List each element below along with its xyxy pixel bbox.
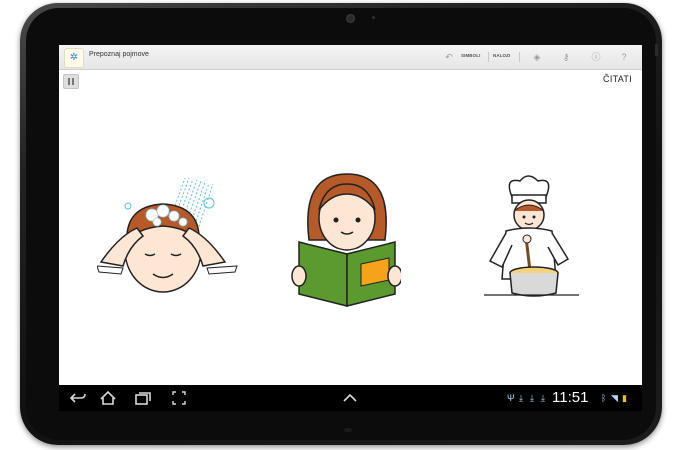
action-bar: ✲ Prepoznaj pojmove ↶ SIMBOLI NALOZI ◈ ⚷… [59, 45, 642, 70]
action-separator [519, 52, 520, 62]
read-label[interactable]: ČITATI [603, 74, 632, 84]
pictogram-washing-hair[interactable] [97, 170, 242, 310]
pause-icon-bar [72, 78, 74, 85]
bluetooth-icon: ᛒ [601, 393, 607, 403]
app-screen: ✲ Prepoznaj pojmove ↶ SIMBOLI NALOZI ◈ ⚷… [59, 45, 642, 411]
download-icon: ⤓ [530, 393, 534, 403]
target-icon[interactable]: ◈ [530, 50, 544, 64]
home-icon[interactable] [99, 390, 117, 406]
pictogram-reading[interactable] [291, 170, 401, 315]
simboli-button[interactable]: SIMBOLI [461, 53, 480, 58]
side-button [655, 44, 658, 56]
action-separator [488, 52, 489, 62]
wifi-icon: ◥ [611, 393, 618, 403]
download-icon: ⤓ [541, 393, 545, 403]
pictogram-cooking[interactable] [484, 175, 579, 305]
front-camera [346, 14, 355, 23]
recent-apps-icon[interactable] [134, 390, 152, 406]
undo-icon[interactable]: ↶ [442, 50, 456, 64]
usb-icon: Ψ [507, 393, 515, 403]
pause-icon [68, 78, 70, 85]
download-icon: ⤓ [519, 393, 523, 403]
system-bar: Ψ ⤓ ⤓ ⤓ 11:51 ᛒ ◥ ▮ [59, 385, 642, 411]
bottom-sensor [344, 428, 352, 432]
back-icon[interactable] [69, 390, 87, 406]
sun-star-icon[interactable]: ✲ [64, 48, 84, 68]
nalozi-button[interactable]: NALOZI [493, 53, 510, 58]
status-time: 11:51 [552, 389, 589, 406]
light-sensor [372, 16, 375, 19]
pause-button[interactable] [63, 74, 79, 89]
app-title: Prepoznaj pojmove [89, 51, 149, 58]
key-icon[interactable]: ⚷ [559, 50, 573, 64]
screenshot-icon[interactable] [171, 390, 187, 406]
battery-icon: ▮ [622, 393, 627, 403]
info-icon[interactable]: ⓘ [589, 50, 603, 64]
question-icon[interactable]: ? [617, 50, 631, 64]
chevron-up-icon[interactable] [341, 390, 359, 406]
